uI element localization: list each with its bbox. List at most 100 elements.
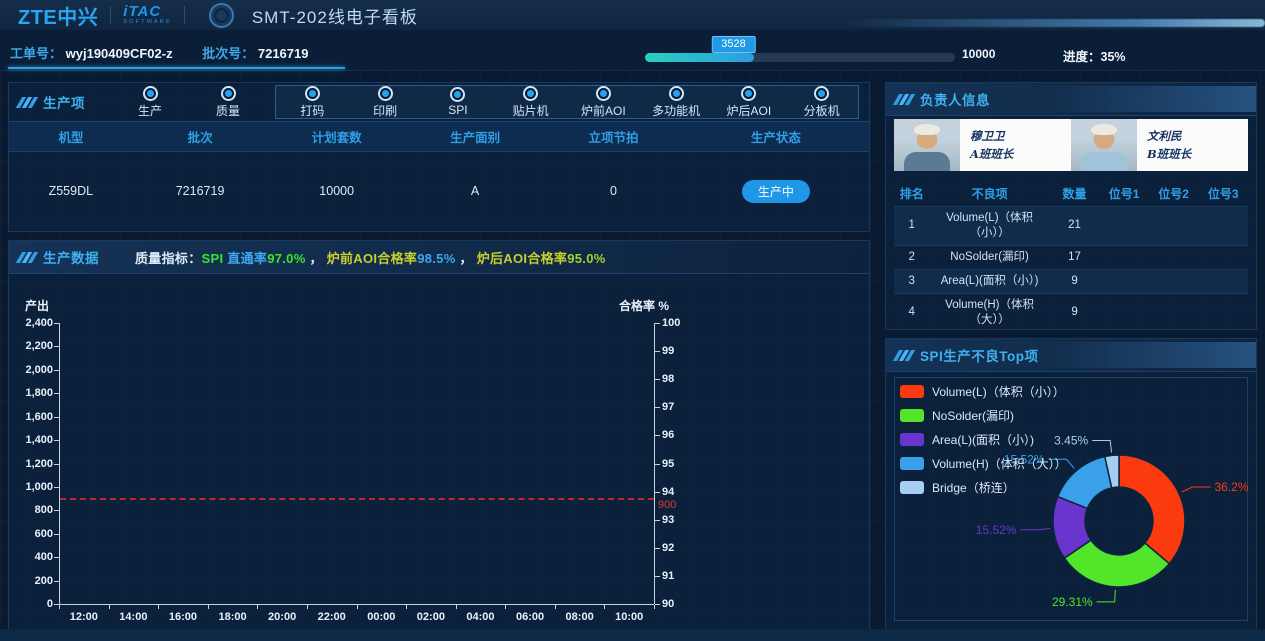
status-badge[interactable]: 生产中 <box>742 180 810 203</box>
process-item[interactable]: 炉后AOI <box>718 86 780 119</box>
x-axis-tick <box>357 605 358 609</box>
order-col-header: 机型 <box>9 122 133 152</box>
process-items-main: 生产质量 <box>119 86 259 119</box>
right-axis-tick <box>655 492 660 493</box>
order-cell: 生产中 <box>683 152 869 231</box>
x-axis-tick-label: 18:00 <box>218 611 246 623</box>
legend-item[interactable]: Volume(L)（体积（小）） <box>900 383 1067 400</box>
production-items-title: 生产项 <box>43 92 85 112</box>
legend-swatch-icon <box>900 385 924 398</box>
supervisor-card: 文利民B班班长 <box>1071 119 1248 171</box>
left-axis-tick-label: 2,200 <box>9 340 53 352</box>
radio-icon <box>669 86 684 101</box>
production-data-header: 生产数据 质量指标：SPI 直通率97.0% ， 炉前AOI合格率98.5% ，… <box>9 241 869 274</box>
radio-icon <box>450 87 465 102</box>
radio-icon <box>221 86 236 101</box>
legend-item[interactable]: Area(L)(面积（小）) <box>900 431 1067 448</box>
right-axis-title: 合格率 % <box>619 297 669 314</box>
x-axis-tick-label: 06:00 <box>516 611 544 623</box>
progress-bar-fill <box>645 53 754 62</box>
process-item[interactable]: 贴片机 <box>500 86 562 119</box>
legend-item[interactable]: Bridge（桥连） <box>900 479 1067 496</box>
process-item[interactable]: SPI <box>427 87 489 117</box>
pie-percent-label: 29.31% <box>1052 595 1093 609</box>
emblem-badge-icon <box>209 3 234 28</box>
production-items-panel: 生产项 生产质量 打码印刷SPI贴片机炉前AOI多功能机炉后AOI分板机 机型批… <box>8 82 870 232</box>
process-item[interactable]: 炉前AOI <box>572 86 634 119</box>
process-item[interactable]: 分板机 <box>791 86 853 119</box>
radio-icon <box>143 86 158 101</box>
operator-photo <box>894 119 960 171</box>
x-axis-tick-label: 16:00 <box>169 611 197 623</box>
batch-value: 7216719 <box>258 46 309 61</box>
process-items-group: 打码印刷 SPI 贴片机 炉前AOI 多功能机炉后AOI 分板机 <box>275 85 859 119</box>
x-axis-tick <box>59 605 60 609</box>
left-axis-tick <box>54 346 59 347</box>
right-axis-tick-label: 93 <box>662 514 674 526</box>
defect-cell <box>1198 207 1248 246</box>
left-axis-tick <box>54 393 59 394</box>
defect-row: 2NoSolder(漏印)17 <box>894 245 1248 269</box>
defect-col-header: 位号1 <box>1099 181 1149 207</box>
left-axis-tick-label: 1,400 <box>9 434 53 446</box>
right-axis-tick-label: 91 <box>662 570 674 582</box>
process-item[interactable]: 质量 <box>197 86 259 119</box>
defect-col-header: 位号2 <box>1149 181 1199 207</box>
legend-label: Bridge（桥连） <box>932 479 1015 496</box>
legend-label: Volume(L)（体积（小）） <box>932 383 1065 400</box>
order-cell: 10000 <box>267 152 405 231</box>
process-item[interactable]: 打码 <box>281 86 343 119</box>
right-axis-tick <box>655 520 660 521</box>
process-item-label: 分板机 <box>804 102 840 119</box>
supervisor-title: 负责人信息 <box>920 89 990 109</box>
process-item[interactable]: 多功能机 <box>645 86 707 119</box>
legend-item[interactable]: NoSolder(漏印) <box>900 407 1067 424</box>
defect-col-header: 不良项 <box>929 181 1049 207</box>
defect-cell: 17 <box>1050 245 1100 269</box>
production-data-panel: 生产数据 质量指标：SPI 直通率97.0% ， 炉前AOI合格率98.5% ，… <box>8 240 870 632</box>
defect-cell: NoSolder(漏印) <box>929 245 1049 269</box>
process-item[interactable]: 印刷 <box>354 86 416 119</box>
defect-cell: 21 <box>1050 207 1100 246</box>
right-axis-tick <box>655 576 660 577</box>
left-axis-line <box>59 323 60 604</box>
x-axis-tick-label: 20:00 <box>268 611 296 623</box>
defect-cell <box>1149 293 1199 330</box>
defect-cell: 2 <box>894 245 929 269</box>
right-axis-tick <box>655 407 660 408</box>
defect-cell <box>1099 293 1149 330</box>
right-axis-tick <box>655 379 660 380</box>
quality-metrics: 质量指标：SPI 直通率97.0% ， 炉前AOI合格率98.5% ， 炉后AO… <box>135 248 606 267</box>
radio-icon <box>596 86 611 101</box>
legend-swatch-icon <box>900 457 924 470</box>
header-divider <box>110 6 111 24</box>
legend-item[interactable]: Volume(H)（体积（大）） <box>900 455 1067 472</box>
target-reference-line <box>60 498 654 500</box>
right-axis-tick-label: 94 <box>662 486 674 498</box>
target-reference-label: 900 <box>658 499 676 511</box>
metric-separator: ， <box>306 251 327 266</box>
process-item[interactable]: 生产 <box>119 86 181 119</box>
x-axis-tick <box>456 605 457 609</box>
defect-cell: Volume(L)（体积（小）） <box>929 207 1049 246</box>
defect-row: 4Volume(H)（体积（大））9 <box>894 293 1248 330</box>
supervisor-role: A班班长 <box>970 145 1071 163</box>
metric-value: 97.0% <box>267 251 305 266</box>
defect-cell <box>1099 245 1149 269</box>
x-axis-tick <box>406 605 407 609</box>
metric-value: 95.0% <box>567 251 605 266</box>
right-axis-tick <box>655 435 660 436</box>
left-axis-tick-label: 1,800 <box>9 387 53 399</box>
title-marker-icon <box>19 97 35 108</box>
title-marker-icon <box>896 94 912 105</box>
x-axis-tick <box>604 605 605 609</box>
metric-label: 炉后AOI合格率 <box>477 251 568 266</box>
radio-icon <box>814 86 829 101</box>
supervisor-card: 穆卫卫A班班长 <box>894 119 1071 171</box>
left-axis-tick-label: 2,000 <box>9 364 53 376</box>
pie-slice <box>1119 455 1185 564</box>
process-item-label: 贴片机 <box>513 102 549 119</box>
defect-cell: 3 <box>894 269 929 293</box>
title-marker-icon <box>896 350 912 361</box>
defect-cell <box>1198 269 1248 293</box>
